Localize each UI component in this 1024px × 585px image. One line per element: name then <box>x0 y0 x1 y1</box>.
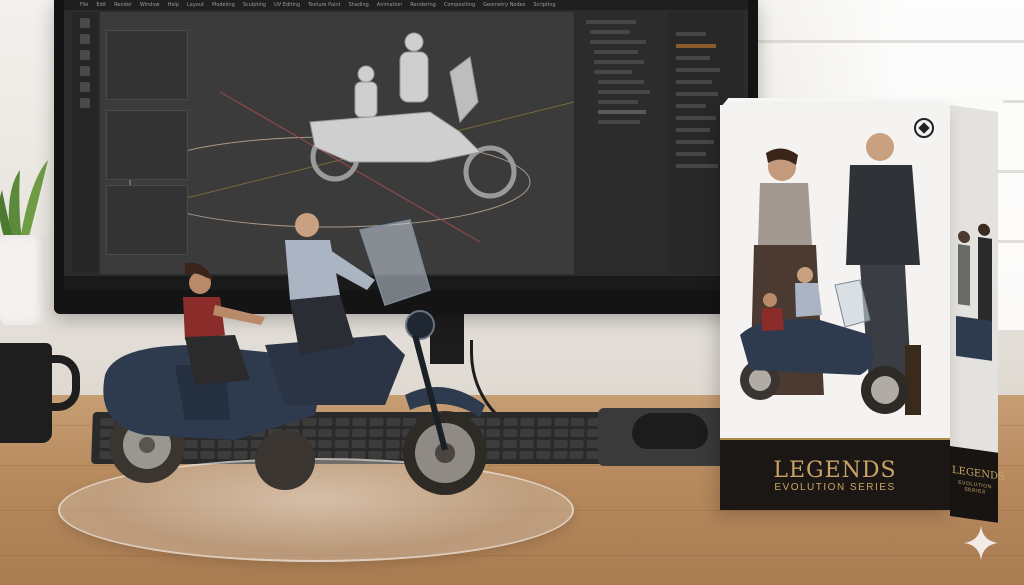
keyboard-key <box>520 429 535 437</box>
keyboard-key <box>553 429 568 437</box>
keyboard-key <box>536 451 551 459</box>
keyboard-key <box>537 418 552 426</box>
menu-item: Layout <box>187 2 204 8</box>
keyboard-key <box>519 451 534 459</box>
keyboard-key <box>519 440 534 448</box>
mug-handle <box>46 355 80 411</box>
keyboard-key <box>536 429 552 437</box>
menu-item: File <box>80 2 89 8</box>
box-front-artwork <box>740 133 921 415</box>
keyboard-key <box>569 451 584 459</box>
view-thumbnail <box>106 30 188 100</box>
menu-item: Render <box>114 2 132 8</box>
photo-scene: File Edit Render Window Help Layout Modeling Sc… <box>0 0 1024 585</box>
keyboard-key <box>570 429 585 437</box>
box-title: LEGENDS <box>773 458 897 483</box>
menu-item: Rendering <box>410 2 436 8</box>
plant-pot <box>0 235 46 325</box>
box-subtitle: EVOLUTION SERIES <box>774 482 896 493</box>
keyboard-key <box>570 440 585 448</box>
menu-item: Help <box>167 2 179 8</box>
menu-item: Edit <box>96 2 107 8</box>
computer-mouse <box>632 413 708 449</box>
coffee-mug <box>0 343 52 443</box>
keyboard-key <box>536 440 551 448</box>
keyboard-key <box>554 418 569 426</box>
menu-item: UV Editing <box>274 2 301 8</box>
menu-item: Window <box>139 2 160 8</box>
box-side-artwork <box>956 223 992 361</box>
outliner-panel <box>576 12 666 274</box>
keyboard-key <box>520 418 535 426</box>
view-thumbnail <box>106 110 188 180</box>
menu-item: Compositing <box>443 2 476 8</box>
menu-item: Texture Paint <box>308 2 341 8</box>
menu-item: Scripting <box>533 2 556 8</box>
sparkle-icon <box>963 525 999 561</box>
keyboard-key <box>570 418 586 426</box>
keyboard-key <box>552 451 568 459</box>
brand-logo-icon <box>914 118 934 138</box>
keyboard-key <box>553 440 568 448</box>
menu-item: Sculpting <box>242 2 267 8</box>
menu-item: Shading <box>348 2 369 8</box>
motorcycle-sidecar-figurine <box>103 213 487 495</box>
menu-item: Animation <box>376 2 403 8</box>
menu-item: Modeling <box>212 2 235 8</box>
window-blind <box>734 40 1024 43</box>
menu-item: Geometry Nodes <box>483 2 526 8</box>
app-menubar: File Edit Render Window Help Layout Modeling Sc… <box>64 0 748 10</box>
